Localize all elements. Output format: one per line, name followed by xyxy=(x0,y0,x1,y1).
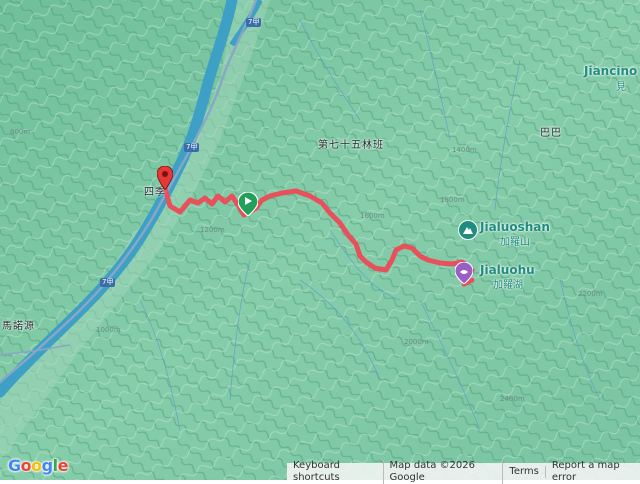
map-canvas[interactable]: 7甲 7甲 7甲 1200m 1400m 1600m 1800m 2000m 2… xyxy=(0,0,640,480)
end-pin-icon[interactable] xyxy=(157,166,173,190)
contour-label: 800m xyxy=(10,128,31,136)
start-flag-icon[interactable] xyxy=(238,192,258,216)
north-place-zh: 見 xyxy=(616,82,626,93)
lake-icon[interactable] xyxy=(455,262,473,284)
contour-label: 2000m xyxy=(404,338,429,346)
lake-name-zh: 加羅湖 xyxy=(493,280,523,291)
road-shield-top: 7甲 xyxy=(246,18,262,27)
road-shield-mid: 7甲 xyxy=(184,143,200,152)
manuoyuan-label: 馬諾源 xyxy=(2,321,35,332)
contour-label: 1600m xyxy=(360,212,385,220)
peak-name-zh: 加羅山 xyxy=(500,237,530,248)
terrain-layer xyxy=(0,0,640,480)
contour-label: 1400m xyxy=(452,146,477,154)
map-footer: Keyboard shortcuts Map data ©2026 Google… xyxy=(287,459,640,484)
contour-label: 1000m xyxy=(96,326,121,334)
lake-name-en: Jialuohu xyxy=(480,263,535,277)
contour-label: 1800m xyxy=(440,196,465,204)
terms-link[interactable]: Terms xyxy=(503,465,546,478)
google-logo: Google xyxy=(8,456,68,475)
road-shield-low: 7甲 xyxy=(100,278,116,287)
north-place-en: Jiancino xyxy=(584,64,638,78)
contour-label: 1200m xyxy=(200,226,225,234)
contour-label: 2200m xyxy=(578,290,603,298)
contour-label: 2400m xyxy=(500,395,525,403)
peak-name-en: Jialuoshan xyxy=(480,220,550,234)
baba-label: 巴巴 xyxy=(540,128,562,139)
forest-class-label: 第七十五林班 xyxy=(318,140,384,151)
mountain-peak-icon[interactable] xyxy=(458,220,478,240)
